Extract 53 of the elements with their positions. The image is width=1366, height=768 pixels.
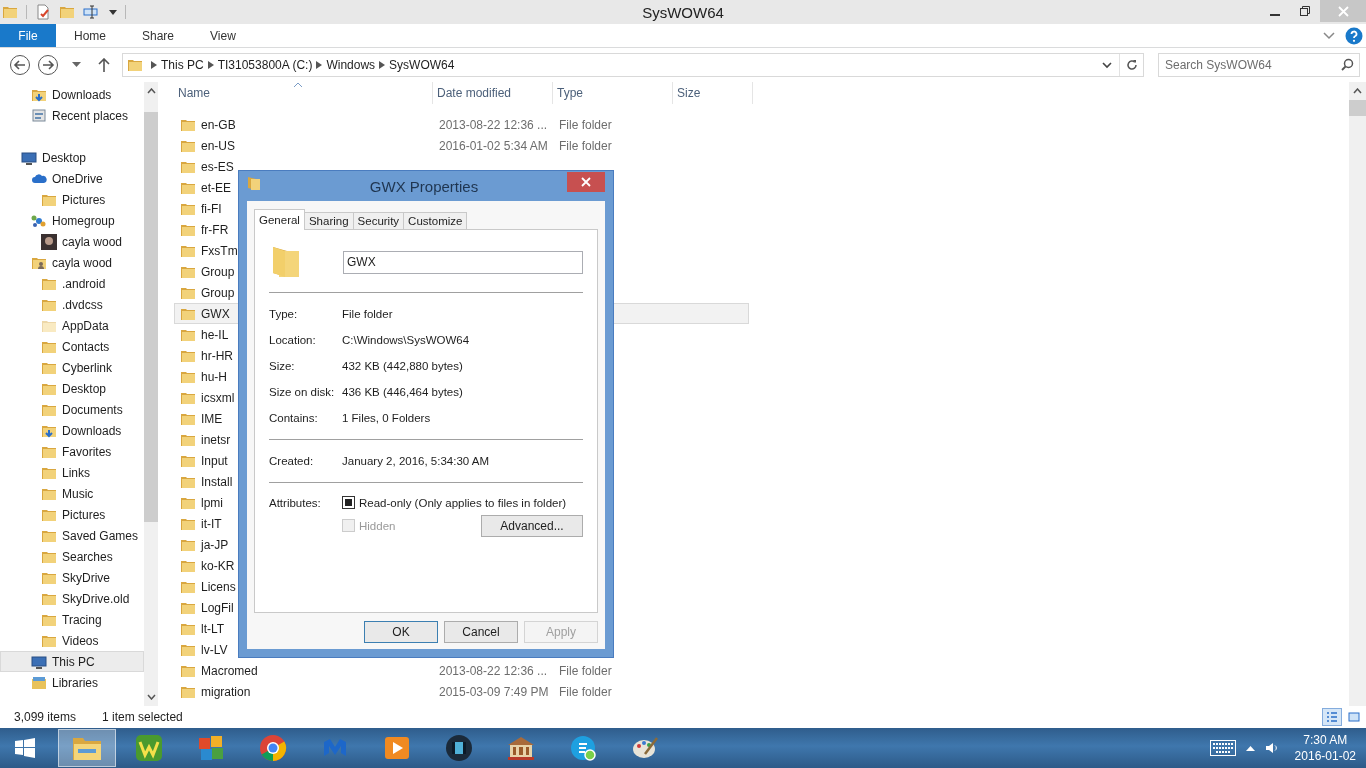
file-name: Install: [201, 474, 233, 489]
file-name: lt-LT: [201, 621, 225, 636]
window-title: SysWOW64: [642, 3, 724, 21]
file-name: Group: [201, 285, 235, 300]
file-name: hr-HR: [201, 348, 233, 363]
file-name: ko-KR: [201, 558, 235, 573]
file-name: fr-FR: [201, 222, 229, 237]
file-name: GWX: [201, 306, 230, 321]
property-label: Created:: [269, 455, 315, 467]
property-label: Size on disk:: [269, 386, 336, 398]
file-name: Licens: [201, 579, 236, 594]
date-cell-text: 2013-08-22 12:36 ...: [438, 663, 549, 678]
property-value: 436 KB (446,464 bytes): [342, 386, 463, 398]
type-cell-text: File folder: [558, 663, 613, 678]
property-label: Location:: [269, 334, 317, 346]
file-name: et-EE: [201, 180, 231, 195]
file-name: inetsr: [201, 432, 231, 447]
item-count: 3,099 items: [14, 710, 77, 724]
property-label: Size:: [269, 360, 296, 372]
file-name: Macromed: [201, 663, 258, 678]
file-name: fi-FI: [201, 201, 222, 216]
file-name: LogFil: [201, 600, 234, 615]
file-name: lpmi: [201, 495, 223, 510]
file-name: he-IL: [201, 327, 229, 342]
file-name: hu-H: [201, 369, 227, 384]
file-name: es-ES: [201, 159, 234, 174]
file-name: en-US: [201, 138, 235, 153]
file-name: en-GB: [201, 117, 236, 132]
date-cell-text: 2015-03-09 7:49 PM: [438, 684, 550, 699]
file-name: Group: [201, 264, 235, 279]
date-cell-text: 2013-08-22 12:36 ...: [438, 117, 549, 132]
property-value: C:\Windows\SysWOW64: [342, 334, 470, 346]
selection-count: 1 item selected: [102, 710, 183, 724]
file-name: it-IT: [201, 516, 222, 531]
property-label: Attributes:: [269, 496, 322, 509]
file-name: lv-LV: [201, 642, 228, 657]
file-name: Input: [201, 453, 228, 468]
date-cell-text: 2016-01-02 5:34 AM: [438, 138, 549, 153]
file-name: FxsTm: [201, 243, 238, 258]
type-cell-text: File folder: [558, 138, 613, 153]
file-name: migration: [201, 684, 251, 699]
file-name: IME: [201, 411, 223, 426]
property-value: 1 Files, 0 Folders: [342, 412, 431, 424]
property-label: Type:: [269, 308, 299, 320]
property-value: January 2, 2016, 5:34:30 AM: [342, 455, 490, 467]
property-value: 432 KB (442,880 bytes): [342, 360, 463, 372]
dialog-title: GWX Properties: [368, 177, 480, 195]
type-cell-text: File folder: [558, 117, 613, 132]
type-cell-text: File folder: [558, 684, 613, 699]
file-name: icsxml: [201, 390, 235, 405]
file-name: ja-JP: [201, 537, 229, 552]
property-label: Contains:: [269, 412, 319, 424]
property-value: File folder: [342, 308, 393, 320]
